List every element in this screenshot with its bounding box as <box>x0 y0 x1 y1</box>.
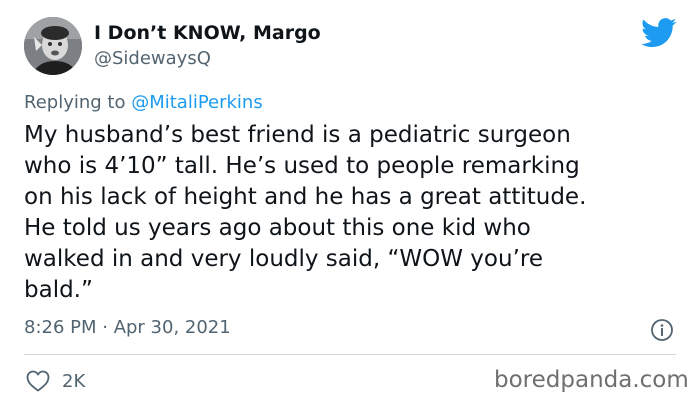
divider <box>24 354 676 355</box>
watermark: boredpanda.com <box>494 367 689 393</box>
reply-context: Replying to @MitaliPerkins <box>24 92 263 113</box>
like-count: 2K <box>62 371 86 392</box>
reply-mention-link[interactable]: @MitaliPerkins <box>131 92 263 113</box>
tweet-line: who is 4’10” tall. He’s used to people r… <box>24 153 580 179</box>
tweet-line: walked in and very loudly said, “WOW you… <box>24 246 543 272</box>
avatar[interactable] <box>24 17 82 75</box>
tweet-line: on his lack of height and he has a great… <box>24 184 587 210</box>
twitter-bird-icon[interactable] <box>641 18 677 48</box>
display-name[interactable]: I Don’t KNOW, Margo <box>94 22 321 44</box>
heart-icon[interactable] <box>26 370 50 392</box>
info-icon[interactable] <box>650 318 674 342</box>
tweet-text: My husband’s best friend is a pediatric … <box>24 120 684 306</box>
user-handle[interactable]: @SidewaysQ <box>94 48 211 69</box>
timestamp-link[interactable]: 8:26 PM · Apr 30, 2021 <box>24 317 231 338</box>
tweet-line: bald.” <box>24 277 93 303</box>
tweet-line: He told us years ago about this one kid … <box>24 215 531 241</box>
tweet-line: My husband’s best friend is a pediatric … <box>24 122 571 148</box>
reply-prefix: Replying to <box>24 92 132 113</box>
tweet-card: I Don’t KNOW, Margo @SidewaysQ Replying … <box>0 0 700 409</box>
